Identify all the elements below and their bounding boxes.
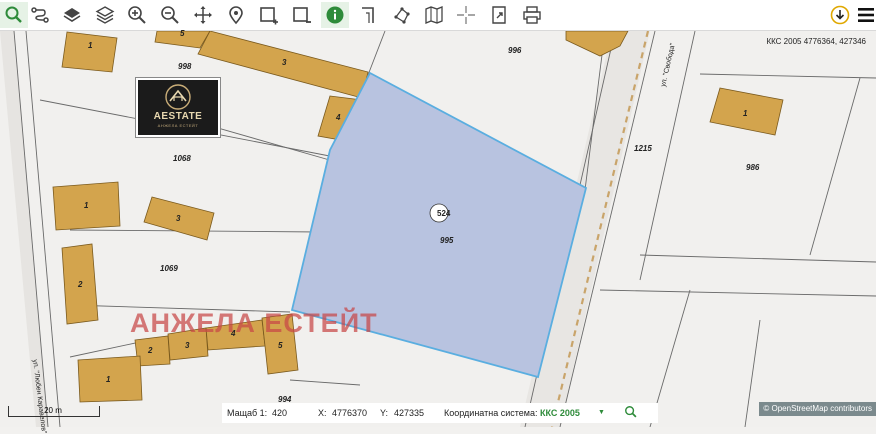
crs-label: Координатна система: [444, 408, 538, 418]
zoom-in-button[interactable] [123, 2, 151, 28]
building-label: 1 [106, 375, 111, 384]
info-icon [326, 6, 344, 24]
y-label: Y: [380, 408, 389, 418]
watermark: АНЖЕЛА ЕСТЕЙТ [130, 308, 378, 338]
cadastral-map [0, 31, 876, 427]
parcel-label: 996 [508, 46, 522, 55]
logo-brand: AESTATE [153, 111, 203, 122]
parcel-label: 998 [178, 62, 192, 71]
building-label: 3 [176, 214, 181, 223]
coordinate-search-button[interactable] [624, 405, 638, 421]
search-icon [5, 6, 22, 23]
zoom-out-button[interactable] [156, 2, 184, 28]
x-value: 4776370 [332, 408, 368, 418]
select-rect-minus-button[interactable] [288, 2, 316, 28]
building-label: 2 [148, 346, 153, 355]
crs-dropdown-icon[interactable]: ▼ [598, 409, 605, 416]
map-button[interactable] [420, 2, 448, 28]
building-label: 1 [88, 41, 93, 50]
toolbar [0, 0, 876, 31]
parcel-label: 986 [746, 163, 760, 172]
layers-icon [63, 8, 81, 22]
download-circle-icon [830, 5, 850, 25]
x-label: X: [318, 408, 327, 418]
parcel-label: 1215 [634, 144, 652, 153]
scale-value: 420 [272, 408, 288, 418]
search-icon [625, 406, 637, 418]
status-bar: Мащаб 1: 420 X: 4776370 Y: 427335 Коорди… [222, 403, 658, 423]
building-label: 4 [336, 113, 341, 122]
parcel-badge: 524 [437, 209, 451, 218]
building-label: 1 [743, 109, 748, 118]
pan-button[interactable] [189, 2, 217, 28]
map-canvas[interactable]: 524 998 996 1068 1069 995 1215 986 994 1… [0, 29, 876, 434]
export-icon [492, 6, 506, 24]
y-value: 427335 [394, 408, 425, 418]
zoom-in-icon [128, 6, 146, 24]
scale-label: Мащаб 1: [227, 408, 268, 418]
stack-icon [95, 6, 115, 24]
zoom-out-icon [161, 6, 179, 24]
print-icon [523, 6, 541, 24]
layers-button[interactable] [58, 2, 86, 28]
measure-line-button[interactable] [355, 2, 383, 28]
building-label: 3 [185, 341, 190, 350]
select-rect-icon [260, 7, 278, 25]
measure-polygon-icon [394, 7, 410, 24]
parcel-label: 1068 [173, 154, 191, 163]
menu-button[interactable] [852, 2, 876, 28]
hamburger-icon [858, 8, 874, 22]
select-rect-minus-icon [293, 7, 311, 23]
building-label: 2 [78, 280, 83, 289]
parcel-label: 1069 [160, 264, 178, 273]
agency-logo: AESTATE АНЖЕЛА ЕСТЕЙТ [136, 78, 220, 137]
print-button[interactable] [518, 2, 546, 28]
parcel-label: 995 [440, 236, 454, 245]
attribution[interactable]: © OpenStreetMap contributors [759, 402, 876, 416]
crs-readout: ККС 2005 4776364, 427346 [766, 37, 866, 46]
route-button[interactable] [26, 2, 54, 28]
marker-button[interactable] [222, 2, 250, 28]
measure-line-icon [362, 7, 374, 23]
measure-polygon-button[interactable] [388, 2, 416, 28]
logo-subtitle: АНЖЕЛА ЕСТЕЙТ [157, 123, 199, 128]
building-label: 5 [278, 341, 283, 350]
move-icon [194, 6, 212, 24]
logo-emblem-icon [165, 84, 191, 110]
crosshair-button[interactable] [452, 2, 480, 28]
crs-select[interactable]: ККС 2005 [540, 408, 580, 418]
download-button[interactable] [826, 2, 854, 28]
scale-bar-label: 20 m [44, 406, 62, 415]
building-label: 1 [84, 201, 89, 210]
info-button[interactable] [321, 2, 349, 28]
route-icon [31, 7, 49, 23]
building-label: 5 [180, 29, 185, 38]
map-icon [425, 6, 443, 24]
crosshair-icon [457, 6, 475, 24]
search-zoom-button[interactable] [0, 2, 28, 28]
export-button[interactable] [485, 2, 513, 28]
building-label: 3 [282, 58, 287, 67]
layers-stack-button[interactable] [91, 2, 119, 28]
select-rect-button[interactable] [255, 2, 283, 28]
scale-bar: 20 m [8, 406, 100, 417]
pin-icon [229, 6, 243, 25]
